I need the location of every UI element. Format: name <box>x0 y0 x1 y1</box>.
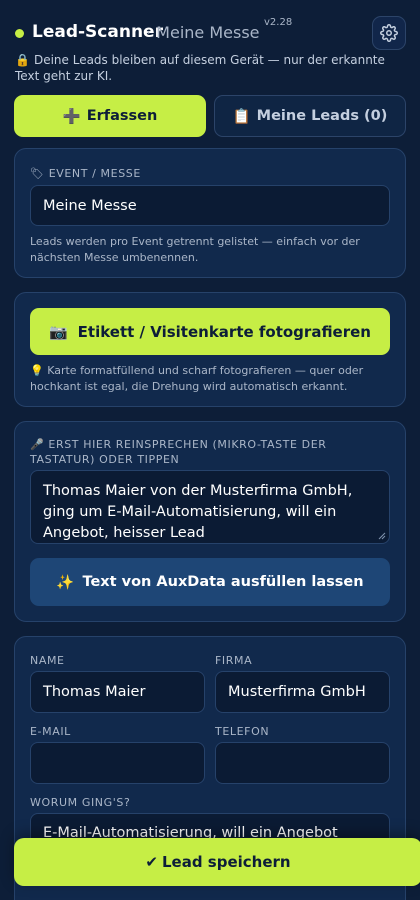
privacy-notice: 🔒 Deine Leads bleiben auf diesem Gerät — … <box>15 52 407 84</box>
phone-field-label: Telefon <box>215 725 270 738</box>
tab-capture-label: Erfassen <box>86 108 158 124</box>
take-photo-label: Etikett / Visitenkarte fotografieren <box>77 322 371 341</box>
save-lead-button[interactable]: ✔ Lead speichern <box>14 838 420 886</box>
lock-icon: 🔒 <box>15 53 30 67</box>
company-input[interactable]: Musterfirma GmbH <box>215 671 390 713</box>
topic-field-label: Worum ging's? <box>30 796 131 809</box>
plus-icon: ➕ <box>62 108 81 125</box>
ai-fill-button[interactable]: ✨ Text von AuxData ausfüllen lassen <box>30 558 390 606</box>
email-input[interactable] <box>30 742 205 784</box>
status-dot <box>15 29 24 38</box>
speech-field-label: 🎤 Erst hier reinsprechen (Mikro-Taste de… <box>30 438 327 466</box>
version-label: v2.28 <box>264 17 293 28</box>
checkmark-icon: ✔ <box>145 853 158 871</box>
event-card: 🏷 Event / Messe Meine Messe Leads werden… <box>14 148 406 278</box>
tag-icon: 🏷 <box>30 167 45 180</box>
tab-my-leads-label: Meine Leads (0) <box>256 108 388 124</box>
email-field-label: E-Mail <box>30 725 71 738</box>
camera-icon: 📷 <box>48 322 68 341</box>
clipboard-icon: 📋 <box>232 108 251 125</box>
microphone-icon: 🎤 <box>30 438 45 451</box>
tab-capture[interactable]: ➕ Erfassen <box>14 95 206 137</box>
app-header: Lead-Scanner · Meine Messe v2.28 🔒 Deine … <box>0 0 420 90</box>
phone-input[interactable] <box>215 742 390 784</box>
current-event-label: · Meine Messe <box>146 23 260 42</box>
tab-my-leads[interactable]: 📋 Meine Leads (0) <box>214 95 406 137</box>
speech-card: 🎤 Erst hier reinsprechen (Mikro-Taste de… <box>14 421 406 622</box>
photo-hint: 💡 Karte formatfüllend und scharf fotogra… <box>30 364 364 393</box>
event-field-label: 🏷 Event / Messe <box>30 167 141 180</box>
privacy-text: Deine Leads bleiben auf diesem Gerät — n… <box>15 53 385 83</box>
sparkles-icon: ✨ <box>56 574 75 591</box>
event-hint: Leads werden pro Event getrennt gelistet… <box>30 235 360 264</box>
ai-fill-label: Text von AuxData ausfüllen lassen <box>82 574 364 590</box>
app-title: Lead-Scanner <box>32 22 163 42</box>
settings-button[interactable] <box>372 16 406 50</box>
take-photo-button[interactable]: 📷 Etikett / Visitenkarte fotografieren <box>30 308 390 355</box>
resize-handle-icon[interactable] <box>378 532 386 540</box>
save-lead-label: Lead speichern <box>161 853 291 871</box>
event-name-input[interactable]: Meine Messe <box>30 185 390 226</box>
lightbulb-icon: 💡 <box>30 364 44 377</box>
name-field-label: Name <box>30 654 65 667</box>
company-field-label: Firma <box>215 654 253 667</box>
speech-textarea[interactable]: Thomas Maier von der Musterfirma GmbH, g… <box>30 470 390 544</box>
photo-card: 📷 Etikett / Visitenkarte fotografieren 💡… <box>14 292 406 407</box>
gear-icon <box>380 24 398 42</box>
name-input[interactable]: Thomas Maier <box>30 671 205 713</box>
